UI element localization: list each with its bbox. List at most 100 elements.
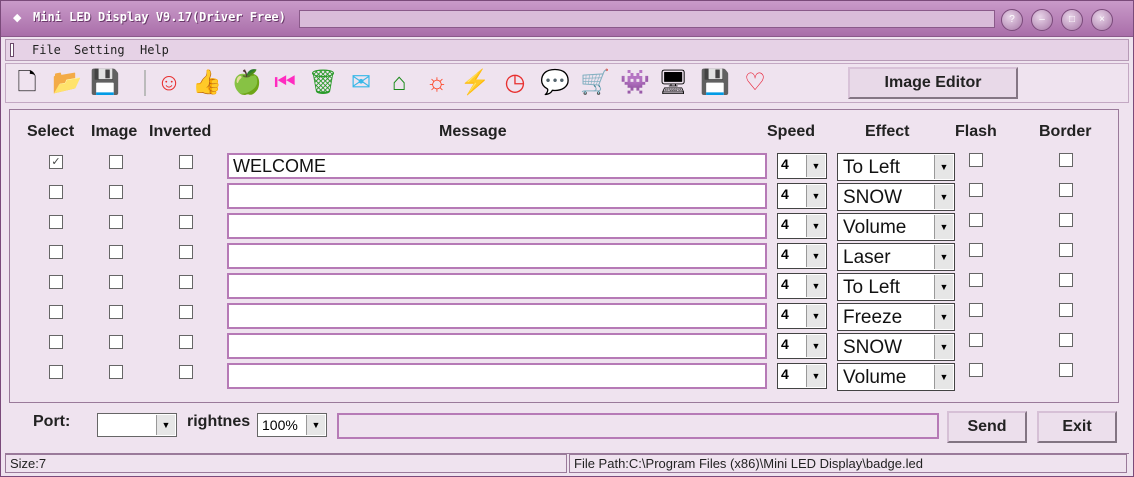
message-input[interactable] bbox=[227, 243, 767, 269]
message-input[interactable] bbox=[227, 303, 767, 329]
chevron-down-icon[interactable]: ▼ bbox=[806, 155, 825, 177]
thumbs-up-icon[interactable]: 👍 bbox=[192, 68, 222, 98]
speed-select[interactable]: 4 ▼ bbox=[777, 273, 827, 299]
image-editor-button[interactable]: Image Editor bbox=[848, 67, 1018, 99]
save-icon[interactable]: 💾 bbox=[90, 68, 120, 98]
chevron-down-icon[interactable]: ▼ bbox=[306, 415, 325, 435]
image-checkbox[interactable] bbox=[109, 185, 123, 199]
heart-icon[interactable]: ♡ bbox=[740, 68, 770, 98]
chevron-down-icon[interactable]: ▼ bbox=[806, 185, 825, 207]
inverted-checkbox[interactable] bbox=[179, 365, 193, 379]
chevron-down-icon[interactable]: ▼ bbox=[806, 245, 825, 267]
speed-select[interactable]: 4 ▼ bbox=[777, 363, 827, 389]
close-button[interactable]: × bbox=[1091, 9, 1113, 31]
select-checkbox[interactable] bbox=[49, 335, 63, 349]
menu-setting[interactable]: Setting bbox=[74, 43, 125, 57]
select-checkbox[interactable] bbox=[49, 215, 63, 229]
chevron-down-icon[interactable]: ▼ bbox=[934, 155, 953, 179]
effect-select[interactable]: To Left ▼ bbox=[837, 273, 955, 301]
border-checkbox[interactable] bbox=[1059, 273, 1073, 287]
message-input[interactable]: WELCOME bbox=[227, 153, 767, 179]
image-checkbox[interactable] bbox=[109, 155, 123, 169]
inverted-checkbox[interactable] bbox=[179, 245, 193, 259]
select-checkbox[interactable] bbox=[49, 245, 63, 259]
inverted-checkbox[interactable] bbox=[179, 155, 193, 169]
exit-button[interactable]: Exit bbox=[1037, 411, 1117, 443]
chevron-down-icon[interactable]: ▼ bbox=[934, 245, 953, 269]
new-file-icon[interactable]: 🗋 bbox=[12, 68, 42, 98]
chat-icon[interactable]: 💬 bbox=[540, 68, 570, 98]
border-checkbox[interactable] bbox=[1059, 213, 1073, 227]
floppy-icon[interactable]: 💾 bbox=[700, 68, 730, 98]
inverted-checkbox[interactable] bbox=[179, 335, 193, 349]
invader-icon[interactable]: 👾 bbox=[620, 68, 650, 98]
effect-select[interactable]: SNOW ▼ bbox=[837, 333, 955, 361]
chevron-down-icon[interactable]: ▼ bbox=[156, 415, 175, 435]
speed-select[interactable]: 4 ▼ bbox=[777, 153, 827, 179]
sun-icon[interactable]: ☼ bbox=[422, 68, 452, 98]
image-checkbox[interactable] bbox=[109, 365, 123, 379]
message-input[interactable] bbox=[227, 213, 767, 239]
flash-checkbox[interactable] bbox=[969, 303, 983, 317]
chevron-down-icon[interactable]: ▼ bbox=[806, 305, 825, 327]
home-icon[interactable]: ⌂ bbox=[384, 68, 414, 98]
title-bar[interactable]: ◆ Mini LED Display V9.17(Driver Free) ? … bbox=[1, 1, 1133, 37]
image-checkbox[interactable] bbox=[109, 275, 123, 289]
border-checkbox[interactable] bbox=[1059, 183, 1073, 197]
cart-icon[interactable]: 🛒 bbox=[580, 68, 610, 98]
inverted-checkbox[interactable] bbox=[179, 215, 193, 229]
menu-help[interactable]: Help bbox=[140, 43, 169, 57]
border-checkbox[interactable] bbox=[1059, 243, 1073, 257]
border-checkbox[interactable] bbox=[1059, 153, 1073, 167]
flash-checkbox[interactable] bbox=[969, 153, 983, 167]
border-checkbox[interactable] bbox=[1059, 363, 1073, 377]
open-folder-icon[interactable]: 📂 bbox=[52, 68, 82, 98]
inverted-checkbox[interactable] bbox=[179, 185, 193, 199]
effect-select[interactable]: To Left ▼ bbox=[837, 153, 955, 181]
speed-select[interactable]: 4 ▼ bbox=[777, 183, 827, 209]
flash-checkbox[interactable] bbox=[969, 273, 983, 287]
flash-checkbox[interactable] bbox=[969, 183, 983, 197]
image-checkbox[interactable] bbox=[109, 335, 123, 349]
clock-icon[interactable]: ◷ bbox=[500, 68, 530, 98]
speed-select[interactable]: 4 ▼ bbox=[777, 243, 827, 269]
minimize-button[interactable]: – bbox=[1031, 9, 1053, 31]
chevron-down-icon[interactable]: ▼ bbox=[806, 365, 825, 387]
flash-checkbox[interactable] bbox=[969, 363, 983, 377]
select-checkbox[interactable] bbox=[49, 305, 63, 319]
maximize-button[interactable]: □ bbox=[1061, 9, 1083, 31]
chevron-down-icon[interactable]: ▼ bbox=[934, 185, 953, 209]
message-input[interactable] bbox=[227, 183, 767, 209]
border-checkbox[interactable] bbox=[1059, 303, 1073, 317]
effect-select[interactable]: Volume ▼ bbox=[837, 213, 955, 241]
menu-file[interactable]: File bbox=[32, 43, 61, 57]
computer-icon[interactable]: 🖥 bbox=[658, 68, 688, 98]
image-checkbox[interactable] bbox=[109, 215, 123, 229]
port-select[interactable]: ▼ bbox=[97, 413, 177, 437]
brightness-select[interactable]: 100% ▼ bbox=[257, 413, 327, 437]
effect-select[interactable]: SNOW ▼ bbox=[837, 183, 955, 211]
select-checkbox[interactable] bbox=[49, 275, 63, 289]
chevron-down-icon[interactable]: ▼ bbox=[934, 275, 953, 299]
image-checkbox[interactable] bbox=[109, 245, 123, 259]
flash-checkbox[interactable] bbox=[969, 333, 983, 347]
inverted-checkbox[interactable] bbox=[179, 305, 193, 319]
chevron-down-icon[interactable]: ▼ bbox=[934, 215, 953, 239]
speed-select[interactable]: 4 ▼ bbox=[777, 303, 827, 329]
message-input[interactable] bbox=[227, 363, 767, 389]
effect-select[interactable]: Laser ▼ bbox=[837, 243, 955, 271]
speed-select[interactable]: 4 ▼ bbox=[777, 333, 827, 359]
smiley-icon[interactable]: ☺ bbox=[154, 68, 184, 98]
lightning-icon[interactable]: ⚡ bbox=[460, 68, 490, 98]
chevron-down-icon[interactable]: ▼ bbox=[806, 275, 825, 297]
select-checkbox[interactable] bbox=[49, 185, 63, 199]
chevron-down-icon[interactable]: ▼ bbox=[934, 335, 953, 359]
send-button[interactable]: Send bbox=[947, 411, 1027, 443]
play-back-icon[interactable]: ⏮ bbox=[270, 68, 300, 98]
help-icon[interactable]: ? bbox=[1001, 9, 1023, 31]
trash-icon[interactable]: 🗑 bbox=[308, 68, 338, 98]
flash-checkbox[interactable] bbox=[969, 243, 983, 257]
message-input[interactable] bbox=[227, 333, 767, 359]
inverted-checkbox[interactable] bbox=[179, 275, 193, 289]
border-checkbox[interactable] bbox=[1059, 333, 1073, 347]
